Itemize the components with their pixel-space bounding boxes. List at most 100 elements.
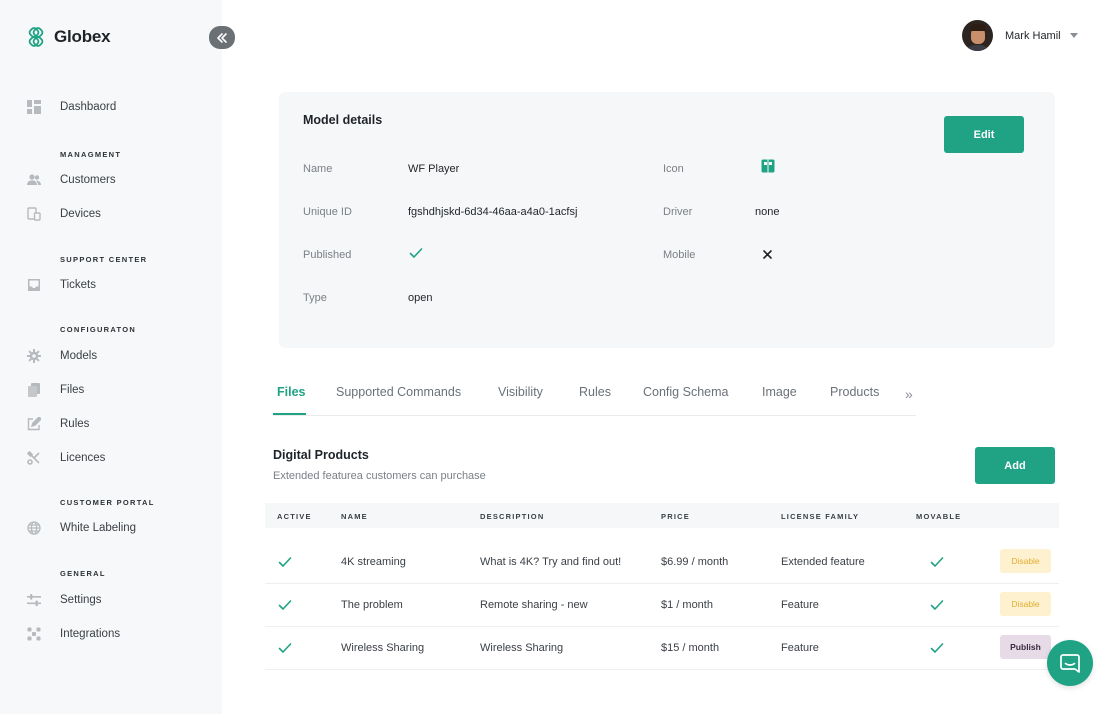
sidebar-item-dashboard[interactable]: Dashbaord [26,97,116,117]
product-description: What is 4K? Try and find out! [480,556,622,568]
unique-id-label: Unique ID [303,206,352,218]
brand-name: Globex [54,27,111,46]
board-icon [761,159,775,173]
section-label-configuration: CONFIGURATON [60,325,137,334]
table-row: 4K streaming What is 4K? Try and find ou… [265,541,1059,584]
collapse-sidebar-button[interactable] [209,26,235,49]
driver-label: Driver [663,206,693,218]
sidebar-item-licences[interactable]: Licences [26,448,105,468]
mobile-label: Mobile [663,249,696,261]
tab-image[interactable]: Image [762,385,797,399]
disable-button[interactable]: Disable [1000,592,1051,616]
active-check-icon [278,641,292,659]
products-title: Digital Products [273,448,369,462]
users-icon [26,172,42,188]
section-label-support-center: SUPPORT CENTER [60,255,148,264]
model-details-card: Model details Edit Name WF Player Unique… [279,92,1055,348]
caret-down-icon [1069,33,1078,38]
user-name: Mark Hamil [1005,29,1061,42]
inbox-icon [26,277,42,293]
globex-logo-icon [28,27,44,47]
icon-label: Icon [663,163,684,175]
column-header-price: PRICE [661,512,690,521]
sidebar-item-models[interactable]: Models [26,346,97,366]
product-price: $15 / month [661,642,720,654]
chat-launcher-button[interactable] [1047,640,1093,686]
sidebar-item-label: Settings [60,594,102,606]
published-label: Published [303,249,352,261]
type-label: Type [303,292,327,304]
tab-rules[interactable]: Rules [579,385,611,399]
name-label: Name [303,163,333,175]
globe-icon [26,520,42,536]
section-label-management: MANAGMENT [60,150,122,159]
sidebar-item-label: Tickets [60,279,96,291]
sidebar-item-label: Licences [60,452,106,464]
edit-button[interactable]: Edit [944,116,1024,153]
sidebar-item-white-labeling[interactable]: White Labeling [26,518,136,538]
sidebar-item-settings[interactable]: Settings [26,590,102,610]
sidebar: Globex Dashbaord MANAGMENT Customers Dev… [0,0,222,714]
double-chevron-left-icon [217,32,227,43]
publish-button[interactable]: Publish [1000,635,1051,659]
devices-icon [26,206,42,222]
product-name: Wireless Sharing [341,642,425,654]
sidebar-item-devices[interactable]: Devices [26,204,101,224]
sidebar-item-label: Integrations [60,628,121,640]
dashboard-icon [26,99,42,115]
column-header-description: DESCRIPTION [480,512,545,521]
sidebar-item-label: Files [60,384,85,396]
movable-check-icon [930,641,944,659]
sidebar-item-label: Dashbaord [60,101,117,113]
products-subtitle: Extended featurea customers can purchase [273,470,486,482]
movable-check-icon [930,555,944,573]
column-header-name: NAME [341,512,368,521]
disable-button[interactable]: Disable [1000,549,1051,573]
sidebar-item-label: Customers [60,174,116,186]
sidebar-item-integrations[interactable]: Integrations [26,624,120,644]
sidebar-item-tickets[interactable]: Tickets [26,275,96,295]
active-check-icon [278,555,292,573]
type-value: open [408,292,433,304]
tab-files[interactable]: Files [277,385,306,399]
tab-visibility[interactable]: Visibility [498,385,543,399]
chat-icon [1060,654,1080,673]
mobile-x-icon [763,250,772,259]
table-row: The problem Remote sharing - new $1 / mo… [265,584,1059,627]
sidebar-item-rules[interactable]: Rules [26,414,89,434]
sidebar-item-files[interactable]: Files [26,380,84,400]
sidebar-item-label: White Labeling [60,522,137,534]
product-price: $6.99 / month [661,556,729,568]
card-title: Model details [303,113,383,127]
tab-supported-commands[interactable]: Supported Commands [336,385,461,399]
sidebar-item-customers[interactable]: Customers [26,170,116,190]
integrations-icon [26,626,42,642]
active-check-icon [278,598,292,616]
table-row: Wireless Sharing Wireless Sharing $15 / … [265,627,1059,670]
column-header-movable: MOVABLE [916,512,962,521]
gear-icon [26,348,42,364]
user-menu[interactable]: Mark Hamil [962,20,1078,51]
tab-products[interactable]: Products [830,385,879,399]
more-tabs-icon[interactable]: » [905,386,913,402]
product-license-family: Feature [781,599,819,611]
name-value: WF Player [408,163,460,175]
sidebar-item-label: Devices [60,208,101,220]
movable-check-icon [930,598,944,616]
edit-icon [26,416,42,432]
column-header-active: ACTIVE [277,512,312,521]
tab-config-schema[interactable]: Config Schema [643,385,728,399]
add-button[interactable]: Add [975,447,1055,484]
sidebar-item-label: Models [60,350,98,362]
driver-value: none [755,206,780,218]
tools-icon [26,450,42,466]
product-name: The problem [341,599,403,611]
sidebar-item-label: Rules [60,418,90,430]
brand[interactable]: Globex [26,27,111,47]
product-license-family: Feature [781,642,819,654]
unique-id-value: fgshdhjskd-6d34-46aa-a4a0-1acfsj [408,206,578,218]
tabs: Files Supported Commands Visibility Rule… [273,384,916,416]
product-description: Wireless Sharing [480,642,564,654]
section-label-general: GENERAL [60,569,106,578]
product-name: 4K streaming [341,556,406,568]
